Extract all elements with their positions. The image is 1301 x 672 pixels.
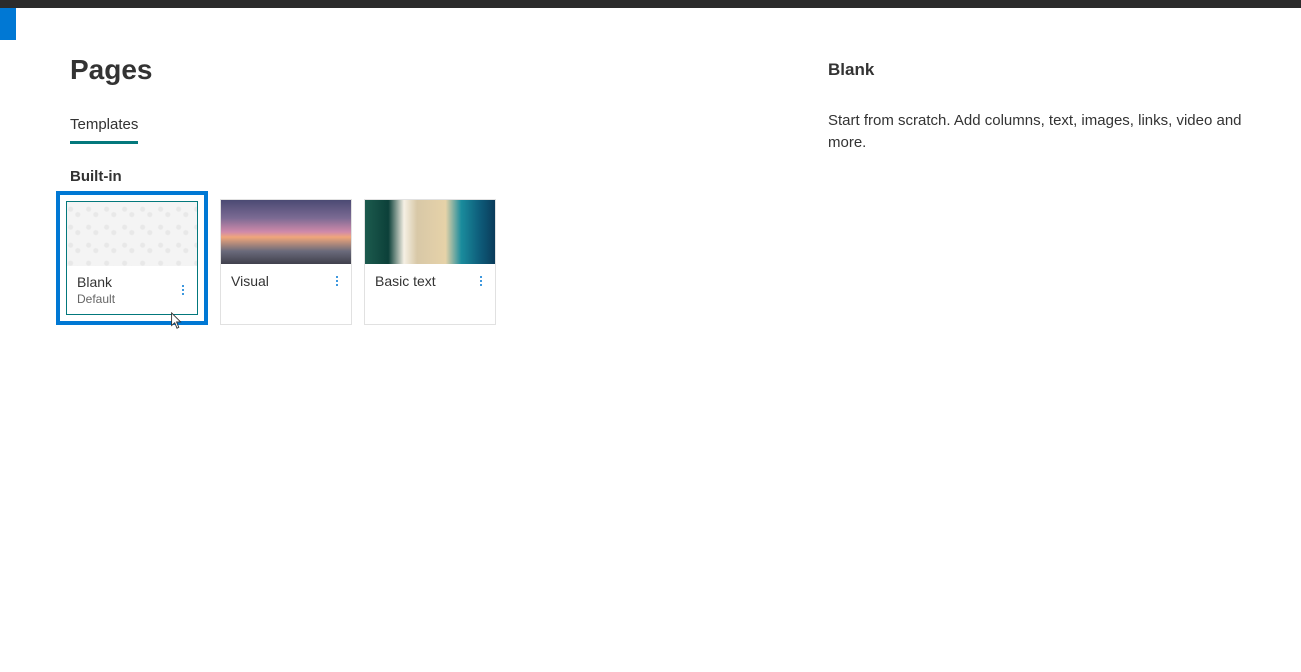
top-bar [0,0,1301,8]
card-text: Visual [231,273,269,289]
accent-strip [0,8,16,40]
detail-pane: Blank Start from scratch. Add columns, t… [770,54,1301,325]
more-vertical-icon[interactable] [329,272,345,290]
card-body: Basic text [365,264,495,298]
templates-pane: Pages Templates Built-in Blank Default [0,54,770,325]
detail-description: Start from scratch. Add columns, text, i… [828,110,1281,154]
detail-title: Blank [828,60,1281,80]
template-cards: Blank Default Visual [56,199,770,325]
thumbnail-basic-text [365,200,495,264]
more-vertical-icon[interactable] [473,272,489,290]
section-label: Built-in [70,168,770,185]
card-title: Basic text [375,273,436,289]
template-card-basic-text[interactable]: Basic text [364,199,496,325]
page-title: Pages [70,54,770,86]
card-body: Blank Default [67,266,197,314]
more-vertical-icon[interactable] [175,281,191,299]
thumbnail-visual [221,200,351,264]
card-body: Visual [221,264,351,298]
card-title: Visual [231,273,269,289]
thumbnail-blank [67,202,197,266]
template-card-blank[interactable]: Blank Default [66,201,198,315]
tab-label: Templates [70,116,138,133]
tabs: Templates [70,116,770,144]
template-card-visual[interactable]: Visual [220,199,352,325]
card-text: Blank Default [77,274,115,306]
card-title: Blank [77,274,115,290]
card-subtitle: Default [77,292,115,306]
tab-templates[interactable]: Templates [70,116,138,144]
card-text: Basic text [375,273,436,289]
selected-highlight: Blank Default [56,191,208,325]
